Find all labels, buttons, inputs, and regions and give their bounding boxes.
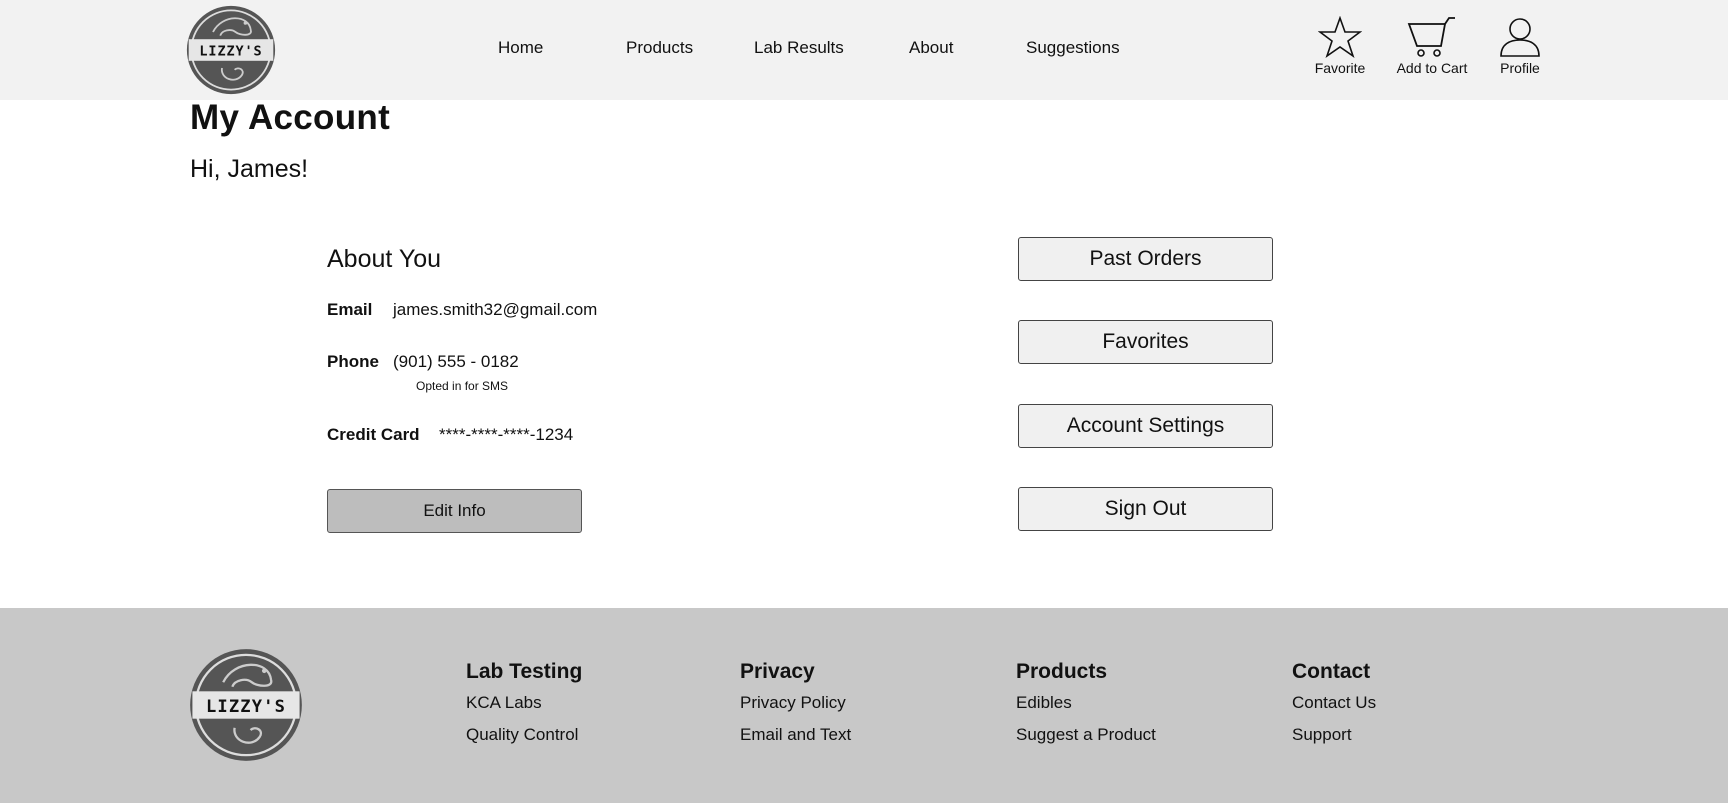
footer-link-support[interactable]: Support: [1292, 725, 1376, 745]
footer-heading: Products: [1016, 660, 1108, 683]
credit-card-label: Credit Card: [327, 425, 420, 444]
profile-label: Profile: [1500, 60, 1540, 76]
add-to-cart-label: Add to Cart: [1396, 60, 1468, 76]
footer-link-edibles[interactable]: Edibles: [1016, 693, 1156, 713]
footer-column-products: Products Edibles Suggest a Product: [1016, 660, 1156, 757]
favorites-button[interactable]: Favorites: [1018, 320, 1273, 364]
footer-logo[interactable]: LIZZY'S: [189, 646, 303, 764]
nav-about[interactable]: About: [909, 38, 953, 58]
credit-card-value: ****-****-****-1234: [439, 425, 574, 444]
footer-link-kca-labs[interactable]: KCA Labs: [466, 693, 582, 713]
footer-column-lab-testing: Lab Testing KCA Labs Quality Control: [466, 660, 582, 757]
cart-icon: [1407, 17, 1455, 57]
footer-link-email-and-text[interactable]: Email and Text: [740, 725, 851, 745]
lizard-logo-icon: LIZZY'S: [190, 649, 302, 761]
add-to-cart-button[interactable]: Add to Cart: [1390, 16, 1474, 76]
footer-link-suggest-a-product[interactable]: Suggest a Product: [1016, 725, 1156, 745]
nav-lab-results[interactable]: Lab Results: [754, 38, 844, 58]
nav-suggestions[interactable]: Suggestions: [1026, 38, 1120, 58]
email-label: Email: [327, 300, 373, 319]
footer-heading: Lab Testing: [466, 660, 583, 683]
footer-link-quality-control[interactable]: Quality Control: [466, 725, 582, 745]
star-icon: [1318, 16, 1362, 59]
brand-logo[interactable]: LIZZY'S: [186, 5, 276, 95]
email-value: james.smith32@gmail.com: [393, 300, 598, 319]
lizard-logo-icon: LIZZY'S: [186, 5, 276, 95]
greeting: Hi, James!: [190, 155, 309, 183]
nav-products[interactable]: Products: [626, 38, 693, 58]
site-footer: LIZZY'S Lab Testing KCA Labs Quality Con…: [0, 608, 1728, 803]
profile-button[interactable]: Profile: [1492, 16, 1548, 76]
phone-label: Phone: [327, 352, 379, 371]
past-orders-button[interactable]: Past Orders: [1018, 237, 1273, 281]
edit-info-button[interactable]: Edit Info: [327, 489, 582, 533]
page-title: My Account: [190, 98, 391, 137]
footer-link-privacy-policy[interactable]: Privacy Policy: [740, 693, 851, 713]
sms-opt-in-note: Opted in for SMS: [416, 379, 509, 393]
footer-heading: Privacy: [740, 660, 815, 683]
nav-home[interactable]: Home: [498, 38, 543, 58]
footer-heading: Contact: [1292, 660, 1371, 683]
sign-out-button[interactable]: Sign Out: [1018, 487, 1273, 531]
favorite-button[interactable]: Favorite: [1310, 16, 1370, 76]
footer-link-contact-us[interactable]: Contact Us: [1292, 693, 1376, 713]
account-settings-button[interactable]: Account Settings: [1018, 404, 1273, 448]
about-you-heading: About You: [327, 245, 442, 273]
user-icon: [1500, 18, 1540, 57]
favorite-label: Favorite: [1314, 60, 1366, 76]
logo-text: LIZZY'S: [199, 43, 262, 59]
phone-value: (901) 555 - 0182: [393, 352, 519, 371]
footer-column-privacy: Privacy Privacy Policy Email and Text: [740, 660, 851, 757]
footer-logo-text: LIZZY'S: [206, 697, 286, 717]
site-header: LIZZY'S Home Products Lab Results About …: [0, 0, 1728, 100]
footer-column-contact: Contact Contact Us Support: [1292, 660, 1376, 757]
